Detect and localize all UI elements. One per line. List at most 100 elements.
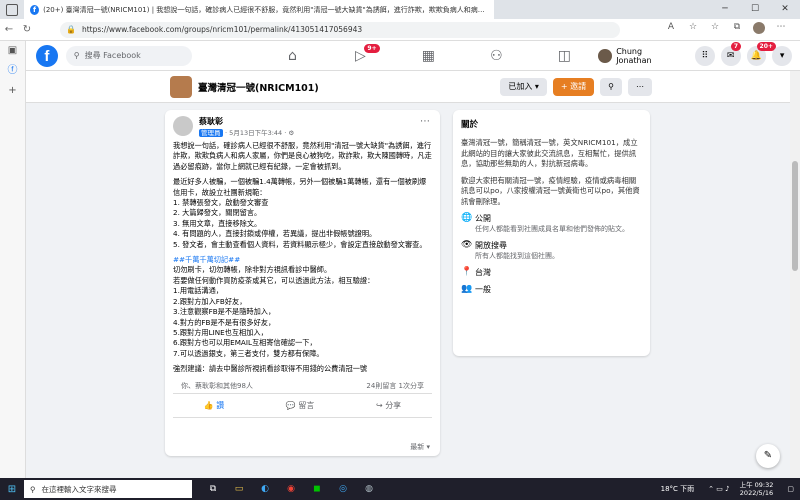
task-view-icon[interactable]: ⧉	[202, 481, 224, 497]
tray-icons[interactable]: ⌃ ▭ ♪	[708, 485, 729, 493]
clock[interactable]: 上午 09:32 2022/5/16	[740, 481, 774, 497]
share-button[interactable]: ↪ 分享	[376, 400, 401, 411]
group-search-icon[interactable]: ⚲	[600, 77, 622, 96]
facebook-rail-icon[interactable]: ⓕ	[0, 61, 25, 81]
messenger-icon[interactable]: ✉ 7	[720, 41, 741, 66]
category-info: 👥 一般	[461, 284, 642, 295]
tabs-icon[interactable]: ▣	[0, 41, 25, 61]
url-field[interactable]: 🔒 https://www.facebook.com/groups/nricm1…	[60, 21, 620, 38]
author-avatar[interactable]	[173, 116, 193, 136]
url-text: https://www.facebook.com/groups/nricm101…	[81, 25, 363, 34]
comments-shares-count[interactable]: 24則留言 1次分享	[366, 381, 424, 391]
main-nav: ⌂ ▷ 9+ ▦ ⚇ ◫	[258, 43, 598, 64]
post-header: 蔡耿彰 管理員 · 5月13日下午3:44 · ⚙ ⋯	[165, 110, 440, 141]
like-button[interactable]: 👍 讚	[204, 400, 225, 411]
post-stats: 你、蔡耿彰和其他98人 24則留言 1次分享	[173, 380, 432, 394]
reactions-summary[interactable]: 你、蔡耿彰和其他98人	[181, 381, 253, 391]
watch-badge: 9+	[364, 43, 380, 53]
facebook-logo-icon[interactable]: f	[36, 44, 58, 67]
refresh-icon[interactable]: ↻	[18, 24, 36, 35]
group-thumbnail[interactable]	[170, 75, 192, 98]
windows-taskbar: ⊞ ⚲ 在這裡輸入文字來搜尋 ⧉ ▭ ◐ ◉ ◼ ◎ ◍ 18°C 下雨 ⌃ ▭…	[0, 478, 800, 500]
eye-icon: 👁	[461, 240, 473, 250]
chrome-icon[interactable]: ◉	[280, 481, 302, 497]
group-title[interactable]: 臺灣清冠一號(NRICM101)	[198, 80, 319, 94]
edge-icon[interactable]: ◐	[254, 481, 276, 497]
visibility-info: 👁 開放搜尋所有人都能找到這個社團。	[461, 240, 642, 261]
author-name[interactable]: 蔡耿彰	[199, 116, 294, 127]
group-actions: 已加入 ▾ + 邀請 ⚲ ⋯	[494, 77, 652, 96]
about-title: 關於	[461, 120, 479, 130]
visibility-desc: 所有人都能找到這個社團。	[475, 252, 559, 260]
scrollbar-thumb[interactable]	[792, 161, 798, 271]
about-panel: 關於 臺灣清冠一號，簡稱清冠一號，英文NRICM101，成立此網站的目的讓大家彼…	[453, 110, 650, 356]
more-icon[interactable]: ⋯	[770, 22, 792, 37]
privacy-desc: 任何人都能看到社團成員名單和他們發佈的貼文。	[475, 225, 629, 233]
post-paragraph: 強烈建議：請去中醫診所視訊看診取得不用錢的公費清冠一號	[173, 364, 368, 374]
back-icon[interactable]: ←	[0, 24, 18, 35]
account-area: Chung Jonathan ⠿ ✉ 7 🔔 20+ ▾	[598, 41, 792, 66]
watch-icon[interactable]: ▷ 9+	[326, 43, 394, 64]
post-body: 我想說一句話，確診病人已經很不舒服，竟然利用"清冠一號大缺貨"為誘餌，進行詐欺，…	[165, 141, 440, 375]
taskbar-search-placeholder: 在這裡輸入文字來搜尋	[41, 484, 117, 494]
favorites-icon[interactable]: ☆	[704, 22, 726, 37]
taskbar-search-input[interactable]: ⚲ 在這裡輸入文字來搜尋	[24, 480, 192, 498]
location-info: 📍 台灣	[461, 267, 642, 278]
browser-icon[interactable]: ◎	[332, 481, 354, 497]
notifications-icon[interactable]: 🔔 20+	[746, 41, 776, 66]
notification-center-icon[interactable]: ▢	[787, 485, 794, 493]
about-description-2: 歡迎大家把有關清冠一號，疫情經驗，疫情或病毒相關訊息可以po，八家按權清冠一號黃…	[461, 175, 640, 206]
facebook-topbar: f ⚲ 搜尋 Facebook ⌂ ▷ 9+ ▦ ⚇ ◫ Chung Jonath…	[26, 41, 800, 71]
avatar	[598, 48, 613, 63]
facebook-favicon-icon: f	[30, 4, 40, 15]
profile-avatar[interactable]	[748, 22, 770, 37]
close-icon[interactable]: ✕	[770, 0, 800, 19]
favorite-star-icon[interactable]: ☆	[682, 22, 704, 37]
invite-button[interactable]: + 邀請	[552, 77, 595, 96]
comment-sort-dropdown[interactable]: 最新 ▾	[410, 442, 430, 452]
new-message-icon[interactable]: ✎	[756, 444, 780, 468]
menu-grid-icon[interactable]: ⠿	[695, 45, 715, 66]
file-explorer-icon[interactable]: ▭	[228, 481, 250, 497]
post-card: 蔡耿彰 管理員 · 5月13日下午3:44 · ⚙ ⋯ 我想說一句話，確診病人已…	[165, 110, 440, 456]
post-paragraph: 最近好多人被騙，一個被騙1.4萬轉帳，另外一個被騙1萬轉帳，還有一個被刷爆信用卡…	[173, 177, 427, 249]
group-header: 臺灣清冠一號(NRICM101) 已加入 ▾ + 邀請 ⚲ ⋯	[26, 71, 800, 103]
category-text: 一般	[475, 285, 491, 294]
app-icon[interactable]: ◍	[358, 481, 380, 497]
messenger-badge: 7	[730, 41, 741, 51]
gaming-icon[interactable]: ◫	[530, 48, 598, 64]
facebook-search-input[interactable]: ⚲ 搜尋 Facebook	[65, 45, 193, 66]
read-aloud-icon[interactable]: A	[660, 22, 682, 37]
comment-button[interactable]: 💬 留言	[286, 400, 315, 411]
joined-button[interactable]: 已加入 ▾	[500, 77, 547, 96]
browser-toolbar: A ☆ ☆ ⧉ ⋯	[660, 22, 792, 37]
clock-date: 2022/5/16	[739, 489, 774, 497]
post-more-icon[interactable]: ⋯	[420, 116, 430, 127]
maximize-icon[interactable]: ☐	[740, 0, 770, 19]
home-icon[interactable]: ⌂	[258, 48, 326, 64]
visibility-title: 開放搜尋	[475, 241, 507, 250]
comment-label: 留言	[298, 400, 315, 410]
account-chevron-down-icon[interactable]: ▾	[772, 45, 792, 66]
marketplace-icon[interactable]: ▦	[394, 48, 462, 64]
group-more-icon[interactable]: ⋯	[628, 77, 652, 96]
privacy-info: 🌐 公開 任何人都能看到社團成員名單和他們發佈的貼文。	[461, 213, 642, 234]
about-description: 臺灣清冠一號，簡稱清冠一號，英文NRICM101，成立此網站的目的讓大家彼此交流…	[461, 138, 638, 168]
minimize-icon[interactable]: ─	[710, 0, 740, 19]
post-meta[interactable]: · 5月13日下午3:44 · ⚙	[225, 129, 294, 137]
browser-tab[interactable]: f (20+) 臺灣清冠一號(NRICM101) | 我想說一句話，確診病人已經…	[24, 0, 494, 19]
weather-text[interactable]: 18°C 下雨	[661, 484, 695, 494]
post-paragraph: 我想說一句話，確診病人已經很不舒服，竟然利用"清冠一號大缺貨"為誘餌，進行詐欺，…	[173, 141, 432, 171]
taskbar-apps: ⧉ ▭ ◐ ◉ ◼ ◎ ◍	[200, 481, 382, 497]
line-icon[interactable]: ◼	[306, 481, 328, 497]
windows-start-icon[interactable]: ⊞	[0, 484, 24, 495]
collections-icon[interactable]: ⧉	[726, 22, 748, 37]
role-badge: 管理員	[199, 129, 223, 137]
scrollbar[interactable]	[790, 71, 800, 478]
share-label: 分享	[385, 400, 402, 410]
add-icon[interactable]: +	[0, 81, 25, 101]
groups-icon[interactable]: ⚇	[462, 48, 530, 64]
hashtag-highlight[interactable]: ##千萬千萬切記##	[173, 255, 240, 264]
profile-link[interactable]: Chung Jonathan	[598, 47, 679, 65]
lock-icon: 🔒	[66, 25, 76, 34]
